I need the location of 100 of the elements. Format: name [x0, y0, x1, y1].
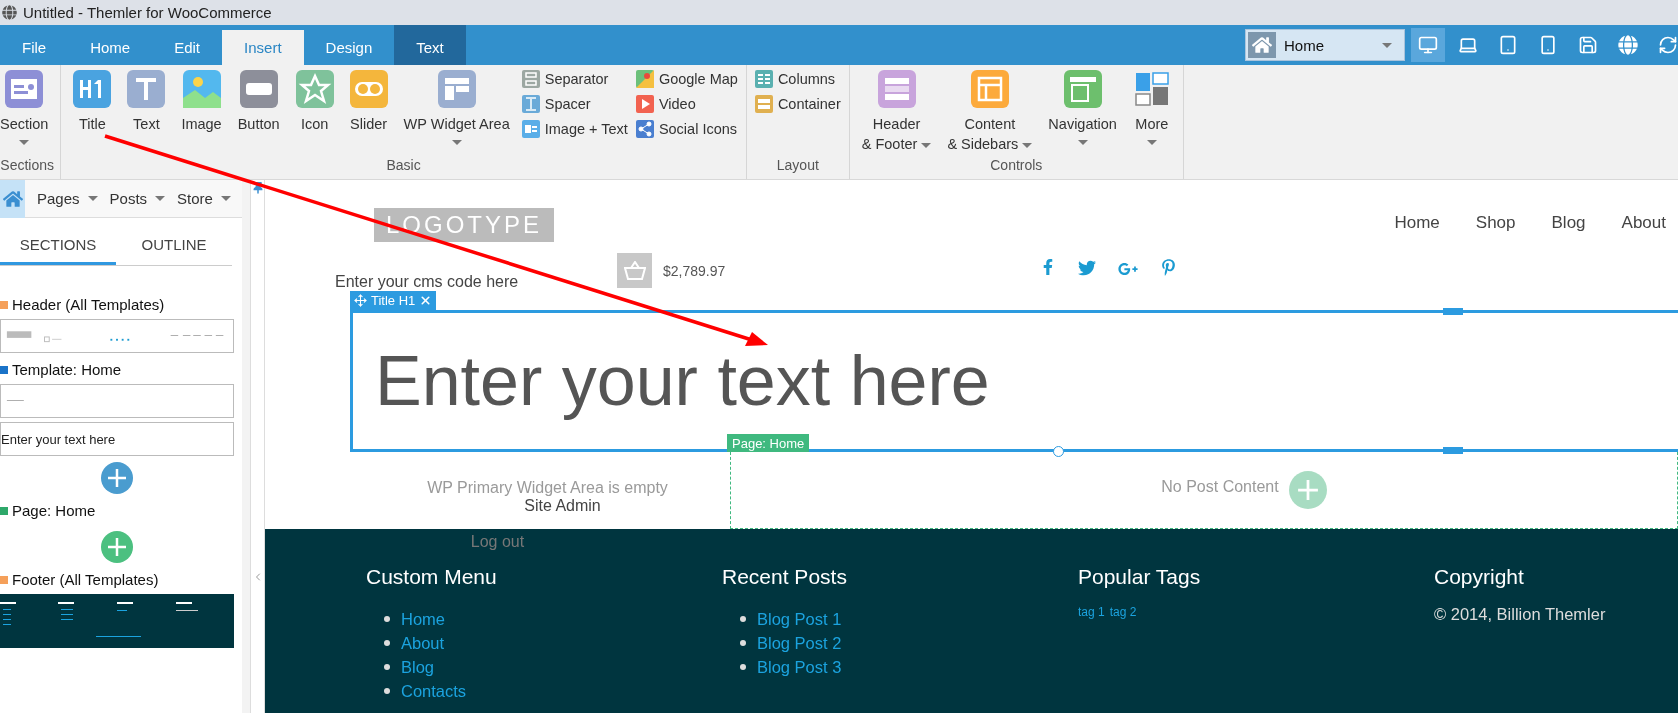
columns-icon [754, 70, 773, 88]
footer-link[interactable]: Contacts [401, 681, 467, 701]
image-icon [182, 70, 221, 108]
footer-link[interactable]: About [401, 633, 445, 653]
insert-button[interactable]: Section [0, 65, 55, 157]
insert-item[interactable]: Spacer [521, 93, 628, 115]
insert-item[interactable]: Social Icons [635, 118, 738, 140]
refresh-icon[interactable] [1658, 35, 1678, 55]
footer-link[interactable]: Blog [401, 657, 435, 677]
panel-tab[interactable]: OUTLINE [116, 226, 232, 265]
plus-icon [1296, 479, 1319, 501]
empty-widget-message: WP Primary Widget Area is empty [427, 479, 668, 497]
insert-button[interactable]: Navigation [1042, 65, 1123, 157]
copyright-text: © 2014, Billion Themler [1434, 605, 1607, 624]
nav-link[interactable]: About [1621, 213, 1666, 233]
insert-button[interactable]: Icon [289, 65, 340, 157]
tablet-icon [1498, 35, 1518, 55]
menu-tab[interactable]: Edit [152, 30, 223, 65]
slider-icon [349, 70, 388, 108]
phone-icon [1538, 35, 1558, 55]
resize-handle[interactable] [1443, 447, 1463, 454]
resize-handle[interactable] [1053, 446, 1064, 457]
pinterest-icon[interactable] [1160, 259, 1177, 276]
insert-button[interactable]: WP Widget Area [397, 65, 516, 157]
nav-link[interactable]: Home [1394, 213, 1440, 233]
content-layout-icon [970, 70, 1009, 108]
laptop-icon [1458, 35, 1478, 55]
bullet-icon [740, 616, 746, 622]
heading-icon [73, 70, 112, 108]
footer-link[interactable]: Home [401, 609, 445, 629]
insert-button[interactable]: Slider [343, 65, 394, 157]
logotype: LOGOTYPE [374, 208, 555, 242]
footer-thumbnail[interactable] [0, 594, 234, 648]
nav-dropdown[interactable]: Posts [109, 190, 166, 207]
section-heading: Template: Home [12, 361, 122, 378]
footer-link[interactable]: Blog Post 2 [757, 633, 842, 653]
insert-item[interactable]: Video [635, 93, 738, 115]
container-icon [754, 95, 773, 113]
resize-handle[interactable] [1443, 308, 1463, 315]
basket-icon[interactable] [617, 253, 652, 288]
insert-button[interactable]: Content & Sidebars [941, 65, 1039, 157]
twitter-icon[interactable] [1078, 259, 1096, 277]
save-icon[interactable] [1578, 35, 1598, 55]
group-label: Controls [989, 157, 1044, 175]
section-preview[interactable]: Enter your text here [0, 422, 234, 456]
app-icon [2, 5, 17, 20]
footer-link[interactable]: Blog Post 1 [757, 609, 842, 629]
plus-icon [107, 468, 127, 488]
insert-button[interactable]: More [1126, 65, 1177, 157]
footer-heading: Copyright [1434, 565, 1525, 589]
insert-item[interactable]: Google Map [635, 68, 738, 90]
insert-button[interactable]: Text [121, 65, 172, 157]
desktop-icon [1418, 35, 1438, 55]
menu-tab[interactable]: File [0, 30, 69, 65]
footer-heading: Popular Tags [1078, 565, 1202, 589]
nav-dropdown[interactable]: Store [177, 190, 231, 207]
bullet-icon [384, 616, 390, 622]
add-content-button[interactable] [1288, 471, 1327, 509]
add-section-button[interactable] [101, 462, 133, 494]
insert-item[interactable]: Container [754, 93, 841, 115]
add-section-button[interactable] [101, 531, 133, 563]
section-heading: Header (All Templates) [12, 296, 165, 313]
template-thumbnail[interactable] [0, 384, 234, 418]
move-icon[interactable] [354, 294, 367, 307]
nav-link[interactable]: Blog [1551, 213, 1586, 233]
pin-icon[interactable] [251, 182, 264, 194]
nav-link[interactable]: Shop [1475, 213, 1516, 233]
window-title: Untitled - Themler for WooCommerce [23, 4, 272, 21]
caret-icon [1382, 42, 1392, 48]
page-title: Enter your text here [375, 341, 990, 421]
bullet-icon [384, 688, 390, 694]
group-label: Layout [775, 157, 820, 175]
insert-button[interactable]: Title [67, 65, 118, 157]
tag-link[interactable]: tag 1 [1078, 605, 1105, 619]
tag-link[interactable]: tag 2 [1109, 605, 1137, 619]
menu-tab[interactable]: Design [303, 30, 395, 65]
footer-link[interactable]: Blog Post 3 [757, 657, 842, 677]
nav-dropdown[interactable]: Pages [37, 190, 98, 207]
insert-item[interactable]: Image + Text [521, 118, 628, 140]
section-card-icon [5, 70, 44, 108]
widget-link[interactable]: Site Admin [524, 497, 601, 515]
menu-tab[interactable]: Insert [222, 30, 304, 65]
header-thumbnail[interactable] [0, 319, 234, 353]
device-view-button[interactable] [1411, 28, 1445, 62]
play-icon [635, 95, 654, 113]
globe-icon[interactable] [1618, 35, 1638, 55]
page-select[interactable]: Home [1245, 29, 1405, 61]
header-footer-icon [877, 70, 916, 108]
menu-tab[interactable]: Text [394, 25, 466, 65]
home-button[interactable] [0, 179, 25, 218]
insert-item[interactable]: Separator [521, 68, 628, 90]
insert-item[interactable]: Columns [754, 68, 841, 90]
insert-button[interactable]: Header & Footer [855, 65, 938, 157]
menu-tab[interactable]: Home [68, 30, 153, 65]
image-text-icon [521, 120, 540, 138]
insert-button[interactable]: Button [231, 65, 286, 157]
insert-button[interactable]: Image [175, 65, 228, 157]
bullet-icon [740, 640, 746, 646]
panel-tab[interactable]: SECTIONS [0, 226, 116, 265]
group-label: Basic [385, 157, 422, 175]
